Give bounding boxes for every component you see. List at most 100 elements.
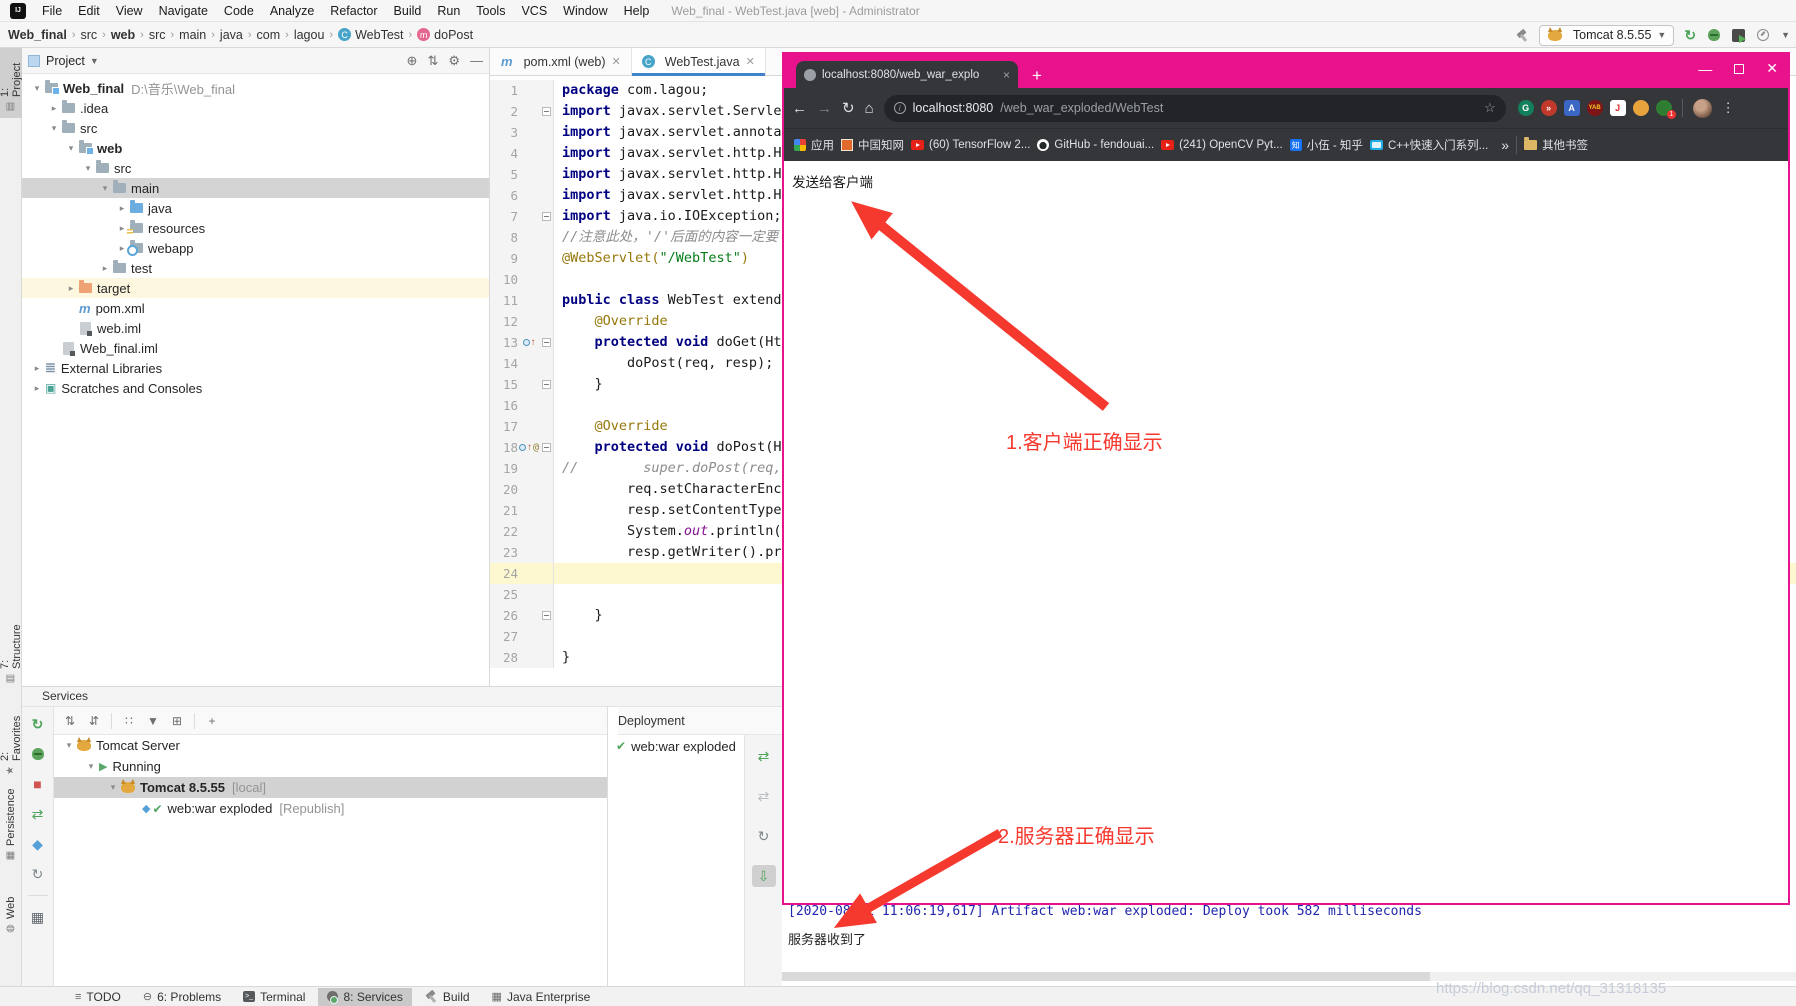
sidebar-item-1-project[interactable]: ▤1: Project xyxy=(0,48,22,118)
menu-refactor[interactable]: Refactor xyxy=(322,2,385,20)
collapse-all-icon[interactable]: ⇵ xyxy=(84,712,104,730)
menu-run[interactable]: Run xyxy=(429,2,468,20)
tree-item-java[interactable]: ▸java xyxy=(22,198,489,218)
group-by-icon[interactable]: ∷ xyxy=(119,712,139,730)
frame-icon[interactable]: ⊞ xyxy=(167,712,187,730)
tree-item-main[interactable]: ▾main xyxy=(22,178,489,198)
hide-panel-icon[interactable]: — xyxy=(470,54,483,67)
fold-marker-icon[interactable] xyxy=(542,107,551,116)
tree-item-web_final[interactable]: ▾Web_finalD:\音乐\Web_final xyxy=(22,78,489,98)
extension-icon-ext6[interactable]: 1 xyxy=(1656,100,1672,116)
chevron-right-icon[interactable]: ▸ xyxy=(30,363,44,374)
chevron-down-icon[interactable]: ▾ xyxy=(47,123,61,134)
tree-item-resources[interactable]: ▸resources xyxy=(22,218,489,238)
breadcrumb-item[interactable]: mdoPost xyxy=(417,28,473,42)
bookmark-youtube[interactable]: (241) OpenCV Pyt... xyxy=(1161,139,1283,151)
bookmark-zhihu[interactable]: 知小伍 - 知乎 xyxy=(1290,137,1363,153)
tree-item-web-iml[interactable]: web.iml xyxy=(22,318,489,338)
connect-icon[interactable]: ↻ xyxy=(29,865,47,883)
bookmark-bilibili[interactable]: C++快速入门系列... xyxy=(1370,137,1488,153)
chevron-right-icon[interactable]: ▸ xyxy=(64,283,78,294)
tree-item-scratches-and-consoles[interactable]: ▸▣Scratches and Consoles xyxy=(22,378,489,398)
service-item-running[interactable]: ▾▶Running xyxy=(54,756,607,777)
statusbar-tab-build[interactable]: Build xyxy=(416,988,479,1006)
menu-navigate[interactable]: Navigate xyxy=(151,2,216,20)
refresh-deployment-icon[interactable]: ↻ xyxy=(752,825,776,847)
reload-icon[interactable]: ↻ xyxy=(842,99,855,117)
service-item-tomcat-server[interactable]: ▾Tomcat Server xyxy=(54,735,607,756)
service-item-tomcat-8-5-55[interactable]: ▾Tomcat 8.5.55 [local] xyxy=(54,777,607,798)
menu-window[interactable]: Window xyxy=(555,2,615,20)
undeploy-icon[interactable]: ⇄ xyxy=(752,785,776,807)
extension-icon-a[interactable]: A xyxy=(1564,100,1580,116)
maximize-button[interactable] xyxy=(1734,64,1744,74)
statusbar-tab-todo[interactable]: ≡TODO xyxy=(66,988,130,1006)
menu-file[interactable]: File xyxy=(34,2,70,20)
rerun-server-icon[interactable]: ↻ xyxy=(29,715,47,733)
bookmarks-overflow-icon[interactable]: » xyxy=(1501,137,1509,153)
tree-item-web_final-iml[interactable]: Web_final.iml xyxy=(22,338,489,358)
home-icon[interactable]: ⌂ xyxy=(865,100,874,117)
run-config-selector[interactable]: Tomcat 8.5.55 ▼ xyxy=(1539,25,1674,46)
add-service-icon[interactable]: + xyxy=(202,712,222,730)
tree-item-external-libraries[interactable]: ▸≣External Libraries xyxy=(22,358,489,378)
chevron-right-icon[interactable]: ▸ xyxy=(47,103,61,114)
editor-tab-pom-xml-web-[interactable]: mpom.xml (web)✕ xyxy=(490,48,632,75)
override-marker-icon[interactable] xyxy=(523,339,530,346)
chevron-down-icon[interactable]: ▾ xyxy=(30,83,44,94)
breadcrumb-item[interactable]: java xyxy=(220,28,243,42)
tree-item-src[interactable]: ▾src xyxy=(22,118,489,138)
bookmark-github[interactable]: GitHub - fendouai... xyxy=(1037,139,1154,151)
tree-item-web[interactable]: ▾web xyxy=(22,138,489,158)
breadcrumb-item[interactable]: Web_final xyxy=(8,28,67,42)
deployment-row[interactable]: ✔web:war exploded xyxy=(608,735,744,757)
minimize-button[interactable]: — xyxy=(1698,61,1712,77)
project-panel-title[interactable]: Project xyxy=(46,54,85,68)
chevron-down-icon[interactable]: ▼ xyxy=(90,56,99,66)
fold-marker-icon[interactable] xyxy=(542,338,551,347)
extension-icon-j[interactable]: J xyxy=(1610,100,1626,116)
statusbar-tab-8-services[interactable]: 8: Services xyxy=(318,988,411,1006)
fold-marker-icon[interactable] xyxy=(542,611,551,620)
browser-tab[interactable]: localhost:8080/web_war_explo × xyxy=(796,61,1018,88)
chevron-right-icon[interactable]: ▸ xyxy=(30,383,44,394)
debug-icon[interactable] xyxy=(1708,29,1720,41)
debug-server-icon[interactable] xyxy=(29,745,47,763)
bookmark-cnki[interactable]: 中国知网 xyxy=(841,137,904,153)
chevron-down-icon[interactable]: ▾ xyxy=(84,761,98,772)
stop-server-icon[interactable]: ■ xyxy=(29,775,47,793)
scrollbar-thumb[interactable] xyxy=(782,972,1430,981)
breadcrumb-item[interactable]: CWebTest xyxy=(338,28,403,42)
breadcrumb-item[interactable]: lagou xyxy=(294,28,325,42)
forward-icon[interactable]: → xyxy=(817,100,832,117)
tree-item-webapp[interactable]: ▸webapp xyxy=(22,238,489,258)
update-application-icon[interactable] xyxy=(1732,29,1745,42)
tree-item-pom-xml[interactable]: mpom.xml xyxy=(22,298,489,318)
menu-tools[interactable]: Tools xyxy=(468,2,513,20)
breadcrumb-item[interactable]: src xyxy=(80,28,97,42)
gear-icon[interactable]: ⚙ xyxy=(448,54,460,67)
tab-close-icon[interactable]: ✕ xyxy=(746,55,755,68)
tree-item-test[interactable]: ▸test xyxy=(22,258,489,278)
tab-close-icon[interactable]: × xyxy=(1003,68,1010,82)
tree-item-src[interactable]: ▾src xyxy=(22,158,489,178)
back-icon[interactable]: ← xyxy=(792,100,807,117)
deploy-icon[interactable]: ⇄ xyxy=(752,745,776,767)
sidebar-item-persistence[interactable]: ▦Persistence xyxy=(0,784,22,866)
tree-item-target[interactable]: ▸target xyxy=(22,278,489,298)
bookmark-star-icon[interactable]: ☆ xyxy=(1484,100,1496,116)
publish-icon[interactable]: ⇩ xyxy=(752,865,776,887)
menu-edit[interactable]: Edit xyxy=(70,2,108,20)
chevron-right-icon[interactable]: ▸ xyxy=(115,203,129,214)
menu-help[interactable]: Help xyxy=(616,2,658,20)
layout-icon[interactable]: ▦ xyxy=(29,908,47,926)
menu-vcs[interactable]: VCS xyxy=(513,2,555,20)
chevron-down-icon[interactable]: ▼ xyxy=(1781,30,1790,40)
breadcrumb-item[interactable]: com xyxy=(257,28,281,42)
chevron-right-icon[interactable]: ▸ xyxy=(98,263,112,274)
bookmark-apps[interactable]: 应用 xyxy=(794,137,834,153)
sidebar-item-7-structure[interactable]: ▥7: Structure xyxy=(0,608,22,690)
update-application-icon[interactable]: ◆ xyxy=(29,835,47,853)
menu-build[interactable]: Build xyxy=(386,2,430,20)
menu-code[interactable]: Code xyxy=(216,2,262,20)
